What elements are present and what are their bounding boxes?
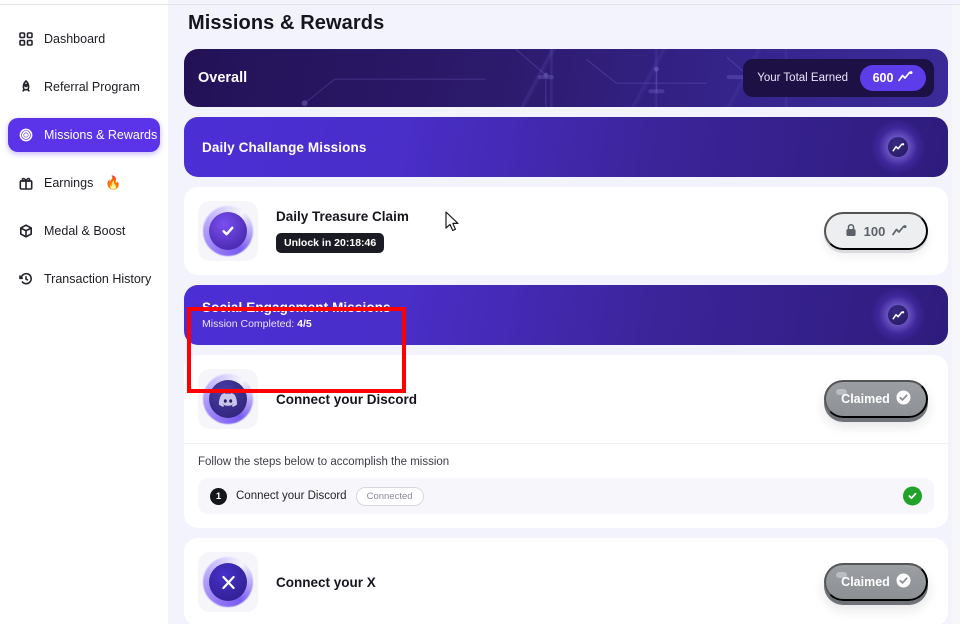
gift-icon xyxy=(18,175,34,191)
check-circle-icon xyxy=(209,212,247,250)
overall-banner: Overall Your Total Earned 600 xyxy=(184,49,948,107)
grid-icon xyxy=(18,31,34,47)
step-status-pill[interactable]: Connected xyxy=(355,486,424,506)
chart-spark-icon xyxy=(888,137,908,157)
app-root: Dashboard Referral Program Missions & Re… xyxy=(0,0,960,624)
claimed-button[interactable]: Claimed xyxy=(824,380,928,418)
x-icon xyxy=(209,563,247,601)
sidebar-item-label: Transaction History xyxy=(44,272,152,286)
sidebar-item-medal-boost[interactable]: Medal & Boost xyxy=(8,214,160,248)
group-title: Social Engagement Missions xyxy=(202,300,391,315)
window-top-border xyxy=(0,4,960,5)
mission-info: Connect your X xyxy=(272,575,810,590)
total-earned-label: Your Total Earned xyxy=(757,72,848,84)
mission-card-discord: Connect your Discord Claimed Follow the … xyxy=(184,355,948,528)
total-earned-card: Your Total Earned 600 xyxy=(743,59,934,97)
check-badge-icon xyxy=(896,390,911,408)
mission-steps: Follow the steps below to accomplish the… xyxy=(184,443,948,528)
target-icon xyxy=(18,127,34,143)
step-text: Connect your Discord xyxy=(236,490,347,502)
chart-spark-icon xyxy=(898,71,913,85)
sidebar-item-referral-program[interactable]: Referral Program xyxy=(8,70,160,104)
claim-locked-button[interactable]: 100 xyxy=(824,212,928,250)
sidebar-item-missions-rewards[interactable]: Missions & Rewards xyxy=(8,118,160,152)
chart-spark-icon xyxy=(888,305,908,325)
sidebar-item-label: Earnings xyxy=(44,176,94,190)
group-subtitle-label: Mission Completed: xyxy=(202,318,295,330)
mission-info: Daily Treasure Claim Unlock in 20:18:46 xyxy=(272,209,810,253)
group-banner-social: Social Engagement Missions Mission Compl… xyxy=(184,285,948,345)
cube-icon xyxy=(18,223,34,239)
check-circle-green-icon xyxy=(903,486,922,506)
step-row: 1 Connect your Discord Connected xyxy=(198,478,934,514)
chart-spark-icon xyxy=(892,224,907,239)
sidebar-item-earnings[interactable]: Earnings 🔥 xyxy=(8,166,160,200)
vertical-scrollbar[interactable] xyxy=(952,5,960,624)
discord-icon xyxy=(209,380,247,418)
main-content: Missions & Rewards Overall Your Total Ea… xyxy=(168,0,960,624)
group-banner-daily: Daily Challange Missions xyxy=(184,117,948,177)
lock-icon xyxy=(845,223,857,240)
check-badge-icon xyxy=(896,573,911,591)
orb-decoration xyxy=(870,119,926,175)
unlock-timer-badge: Unlock in 20:18:46 xyxy=(276,233,385,253)
orb-decoration xyxy=(870,287,926,343)
claimed-label: Claimed xyxy=(841,392,890,406)
mission-title: Daily Treasure Claim xyxy=(276,209,409,224)
fire-icon: 🔥 xyxy=(105,175,122,190)
mission-title: Connect your X xyxy=(276,574,376,590)
mission-card-x: Connect your X Claimed xyxy=(184,538,948,624)
steps-label: Follow the steps below to accomplish the… xyxy=(198,456,450,468)
history-icon xyxy=(18,271,34,287)
glow-ring-decoration xyxy=(206,377,250,421)
total-earned-value: 600 xyxy=(872,71,894,85)
sidebar-item-label: Dashboard xyxy=(44,32,106,46)
claim-value: 100 xyxy=(863,223,886,239)
mission-thumbnail xyxy=(198,201,258,261)
claimed-label: Claimed xyxy=(841,575,890,589)
sidebar-item-label: Referral Program xyxy=(44,80,140,94)
group-subtitle: Mission Completed: 4/5 xyxy=(202,318,930,330)
mission-info: Connect your Discord xyxy=(272,392,810,407)
rocket-icon xyxy=(18,79,34,95)
glow-ring-decoration xyxy=(206,209,250,253)
mission-thumbnail xyxy=(198,552,258,612)
sidebar-item-transaction-history[interactable]: Transaction History xyxy=(8,262,160,296)
claimed-button[interactable]: Claimed xyxy=(824,563,928,601)
mission-row: Connect your Discord Claimed xyxy=(184,355,948,443)
mission-row: Daily Treasure Claim Unlock in 20:18:46 … xyxy=(184,187,948,275)
sidebar: Dashboard Referral Program Missions & Re… xyxy=(0,0,168,624)
group-title: Daily Challange Missions xyxy=(202,139,367,155)
sidebar-item-dashboard[interactable]: Dashboard xyxy=(8,22,160,56)
step-number: 1 xyxy=(210,487,227,505)
page-title: Missions & Rewards xyxy=(188,12,385,34)
sidebar-item-label: Medal & Boost xyxy=(44,224,126,238)
sidebar-item-label: Missions & Rewards xyxy=(44,128,158,142)
mission-row: Connect your X Claimed xyxy=(184,538,948,624)
mission-thumbnail xyxy=(198,369,258,429)
group-subtitle-value: 4/5 xyxy=(297,318,312,330)
mission-title: Connect your Discord xyxy=(276,391,418,407)
mission-card-daily-treasure: Daily Treasure Claim Unlock in 20:18:46 … xyxy=(184,187,948,275)
overall-label: Overall xyxy=(198,70,248,86)
total-earned-pill[interactable]: 600 xyxy=(860,65,926,91)
glow-ring-decoration xyxy=(206,560,250,604)
